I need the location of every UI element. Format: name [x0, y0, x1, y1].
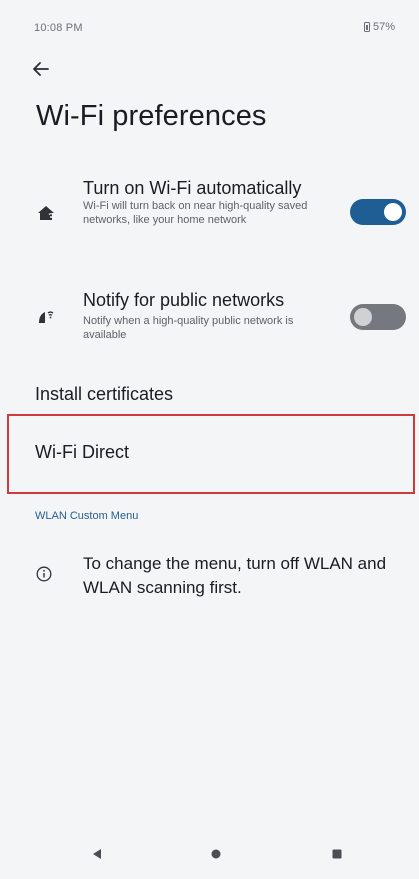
install-certificates-item[interactable]: Install certificates	[0, 370, 419, 418]
arrow-back-icon	[33, 62, 49, 76]
toggle-knob	[384, 203, 402, 221]
status-bar: 10:08 PM 57%	[0, 0, 419, 40]
toggle-knob	[354, 308, 372, 326]
battery-level: 57%	[372, 21, 395, 33]
wlan-info-row: To change the menu, turn off WLAN and WL…	[0, 548, 419, 608]
nav-home-icon[interactable]	[211, 849, 221, 859]
wlan-section-header: WLAN Custom Menu	[35, 510, 139, 522]
row-title: Notify for public networks	[83, 290, 285, 310]
turn-on-wifi-automatically-row[interactable]: Turn on Wi-Fi automatically Wi-Fi will t…	[0, 172, 419, 258]
row-title: Turn on Wi-Fi automatically	[83, 178, 302, 198]
wifi-preferences-screen: 10:08 PM 57% Wi-Fi preferences Turn on W…	[0, 0, 419, 879]
status-time: 10:08 PM	[34, 22, 83, 34]
nav-recents-icon[interactable]	[332, 849, 342, 859]
public-networks-toggle[interactable]	[350, 304, 406, 330]
notify-public-networks-row[interactable]: Notify for public networks Notify when a…	[0, 284, 419, 350]
install-certificates-label: Install certificates	[35, 384, 174, 404]
wifi-direct-label: Wi-Fi Direct	[35, 442, 129, 462]
wifi-notification-icon	[39, 311, 54, 323]
wifi-home-icon	[38, 206, 54, 220]
page-title: Wi-Fi preferences	[36, 100, 267, 132]
battery-icon	[363, 22, 370, 32]
back-button[interactable]	[30, 60, 52, 78]
navigation-bar	[0, 832, 419, 879]
battery-indicator: 57%	[363, 21, 395, 33]
wifi-direct-item[interactable]: Wi-Fi Direct	[0, 416, 419, 492]
row-summary: Wi-Fi will turn back on near high-qualit…	[83, 200, 308, 226]
auto-wifi-toggle[interactable]	[350, 199, 406, 225]
info-icon	[36, 566, 52, 582]
nav-back-icon[interactable]	[91, 848, 103, 860]
wlan-info-text: To change the menu, turn off WLAN and WL…	[83, 554, 387, 597]
row-summary: Notify when a high-quality public networ…	[83, 315, 294, 341]
